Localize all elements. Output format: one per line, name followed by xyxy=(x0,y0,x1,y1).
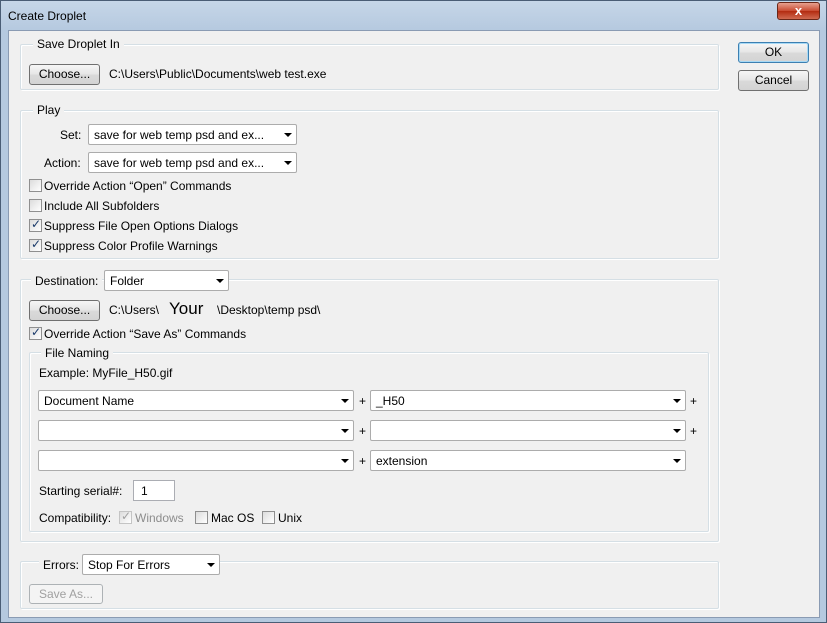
naming-field-1-value: Document Name xyxy=(44,394,135,408)
plus-sign: + xyxy=(690,394,698,408)
action-label: Action: xyxy=(44,156,81,170)
ok-button[interactable]: OK xyxy=(738,42,809,63)
errors-dropdown-value: Stop For Errors xyxy=(88,558,171,572)
naming-field-2-value: _H50 xyxy=(376,394,405,408)
errors-label: Errors: xyxy=(39,558,83,572)
chevron-down-icon xyxy=(284,133,292,137)
save-droplet-in-legend: Save Droplet In xyxy=(33,37,124,51)
suppress-file-open-checkbox[interactable] xyxy=(29,217,42,232)
compat-unix-checkbox[interactable] xyxy=(262,511,275,524)
dialog-client-area: OK Cancel Save Droplet In Choose... C:\U… xyxy=(8,30,820,618)
chevron-down-icon xyxy=(673,429,681,433)
chevron-down-icon xyxy=(341,429,349,433)
suppress-file-open-label: Suppress File Open Options Dialogs xyxy=(44,219,239,233)
compat-windows-checkbox[interactable] xyxy=(119,509,132,524)
override-open-checkbox[interactable] xyxy=(29,179,42,192)
suppress-color-profile-checkbox[interactable] xyxy=(29,237,42,252)
naming-field-6-value: extension xyxy=(376,454,428,468)
destination-path-suffix: \Desktop\temp psd\ xyxy=(217,303,321,317)
starting-serial-input[interactable]: 1 xyxy=(133,480,175,501)
naming-field-4[interactable] xyxy=(370,420,686,441)
destination-dropdown-value: Folder xyxy=(110,274,145,288)
naming-field-3[interactable] xyxy=(38,420,354,441)
save-in-path: C:\Users\Public\Documents\web test.exe xyxy=(109,67,327,81)
destination-path-user: Your xyxy=(169,299,204,318)
compatibility-label: Compatibility: xyxy=(39,511,112,525)
compat-windows-label: Windows xyxy=(135,511,184,525)
set-dropdown-value: save for web temp psd and ex... xyxy=(94,128,265,142)
action-dropdown[interactable]: save for web temp psd and ex... xyxy=(88,152,297,173)
naming-field-2[interactable]: _H50 xyxy=(370,390,686,411)
compat-macos-label: Mac OS xyxy=(211,511,255,525)
cancel-button[interactable]: Cancel xyxy=(738,70,809,91)
compat-macos-checkbox[interactable] xyxy=(195,511,208,524)
starting-serial-value: 1 xyxy=(141,484,148,498)
plus-sign: + xyxy=(359,454,367,468)
destination-label: Destination: xyxy=(31,274,103,288)
include-subfolders-label: Include All Subfolders xyxy=(44,199,160,213)
chevron-down-icon xyxy=(216,279,224,283)
override-save-as-checkbox[interactable] xyxy=(29,325,42,340)
chevron-down-icon xyxy=(673,459,681,463)
naming-field-1[interactable]: Document Name xyxy=(38,390,354,411)
chevron-down-icon xyxy=(341,459,349,463)
action-dropdown-value: save for web temp psd and ex... xyxy=(94,156,265,170)
file-naming-example: Example: MyFile_H50.gif xyxy=(39,366,173,380)
set-dropdown[interactable]: save for web temp psd and ex... xyxy=(88,124,297,145)
close-button[interactable]: x xyxy=(777,2,820,20)
compat-unix-label: Unix xyxy=(278,511,303,525)
override-open-label: Override Action “Open” Commands xyxy=(44,179,232,193)
play-legend: Play xyxy=(33,103,65,117)
chevron-down-icon xyxy=(284,161,292,165)
errors-dropdown[interactable]: Stop For Errors xyxy=(82,554,220,575)
destination-choose-button[interactable]: Choose... xyxy=(29,300,100,321)
destination-path-prefix: C:\Users\ xyxy=(109,303,160,317)
set-label: Set: xyxy=(60,128,82,142)
create-droplet-window: Create Droplet x OK Cancel Save Droplet … xyxy=(0,0,827,623)
destination-dropdown[interactable]: Folder xyxy=(104,270,229,291)
include-subfolders-checkbox[interactable] xyxy=(29,199,42,212)
starting-serial-label: Starting serial#: xyxy=(39,484,123,498)
plus-sign: + xyxy=(690,424,698,438)
naming-field-5[interactable] xyxy=(38,450,354,471)
chevron-down-icon xyxy=(207,563,215,567)
plus-sign: + xyxy=(359,424,367,438)
save-as-button[interactable]: Save As... xyxy=(29,584,103,604)
override-save-as-label: Override Action “Save As” Commands xyxy=(44,327,247,341)
file-naming-legend: File Naming xyxy=(41,346,114,360)
window-title: Create Droplet xyxy=(8,9,87,23)
plus-sign: + xyxy=(359,394,367,408)
suppress-color-profile-label: Suppress Color Profile Warnings xyxy=(44,239,218,253)
chevron-down-icon xyxy=(673,399,681,403)
save-in-choose-button[interactable]: Choose... xyxy=(29,64,100,85)
chevron-down-icon xyxy=(341,399,349,403)
naming-field-6[interactable]: extension xyxy=(370,450,686,471)
title-bar[interactable]: Create Droplet x xyxy=(1,1,826,31)
